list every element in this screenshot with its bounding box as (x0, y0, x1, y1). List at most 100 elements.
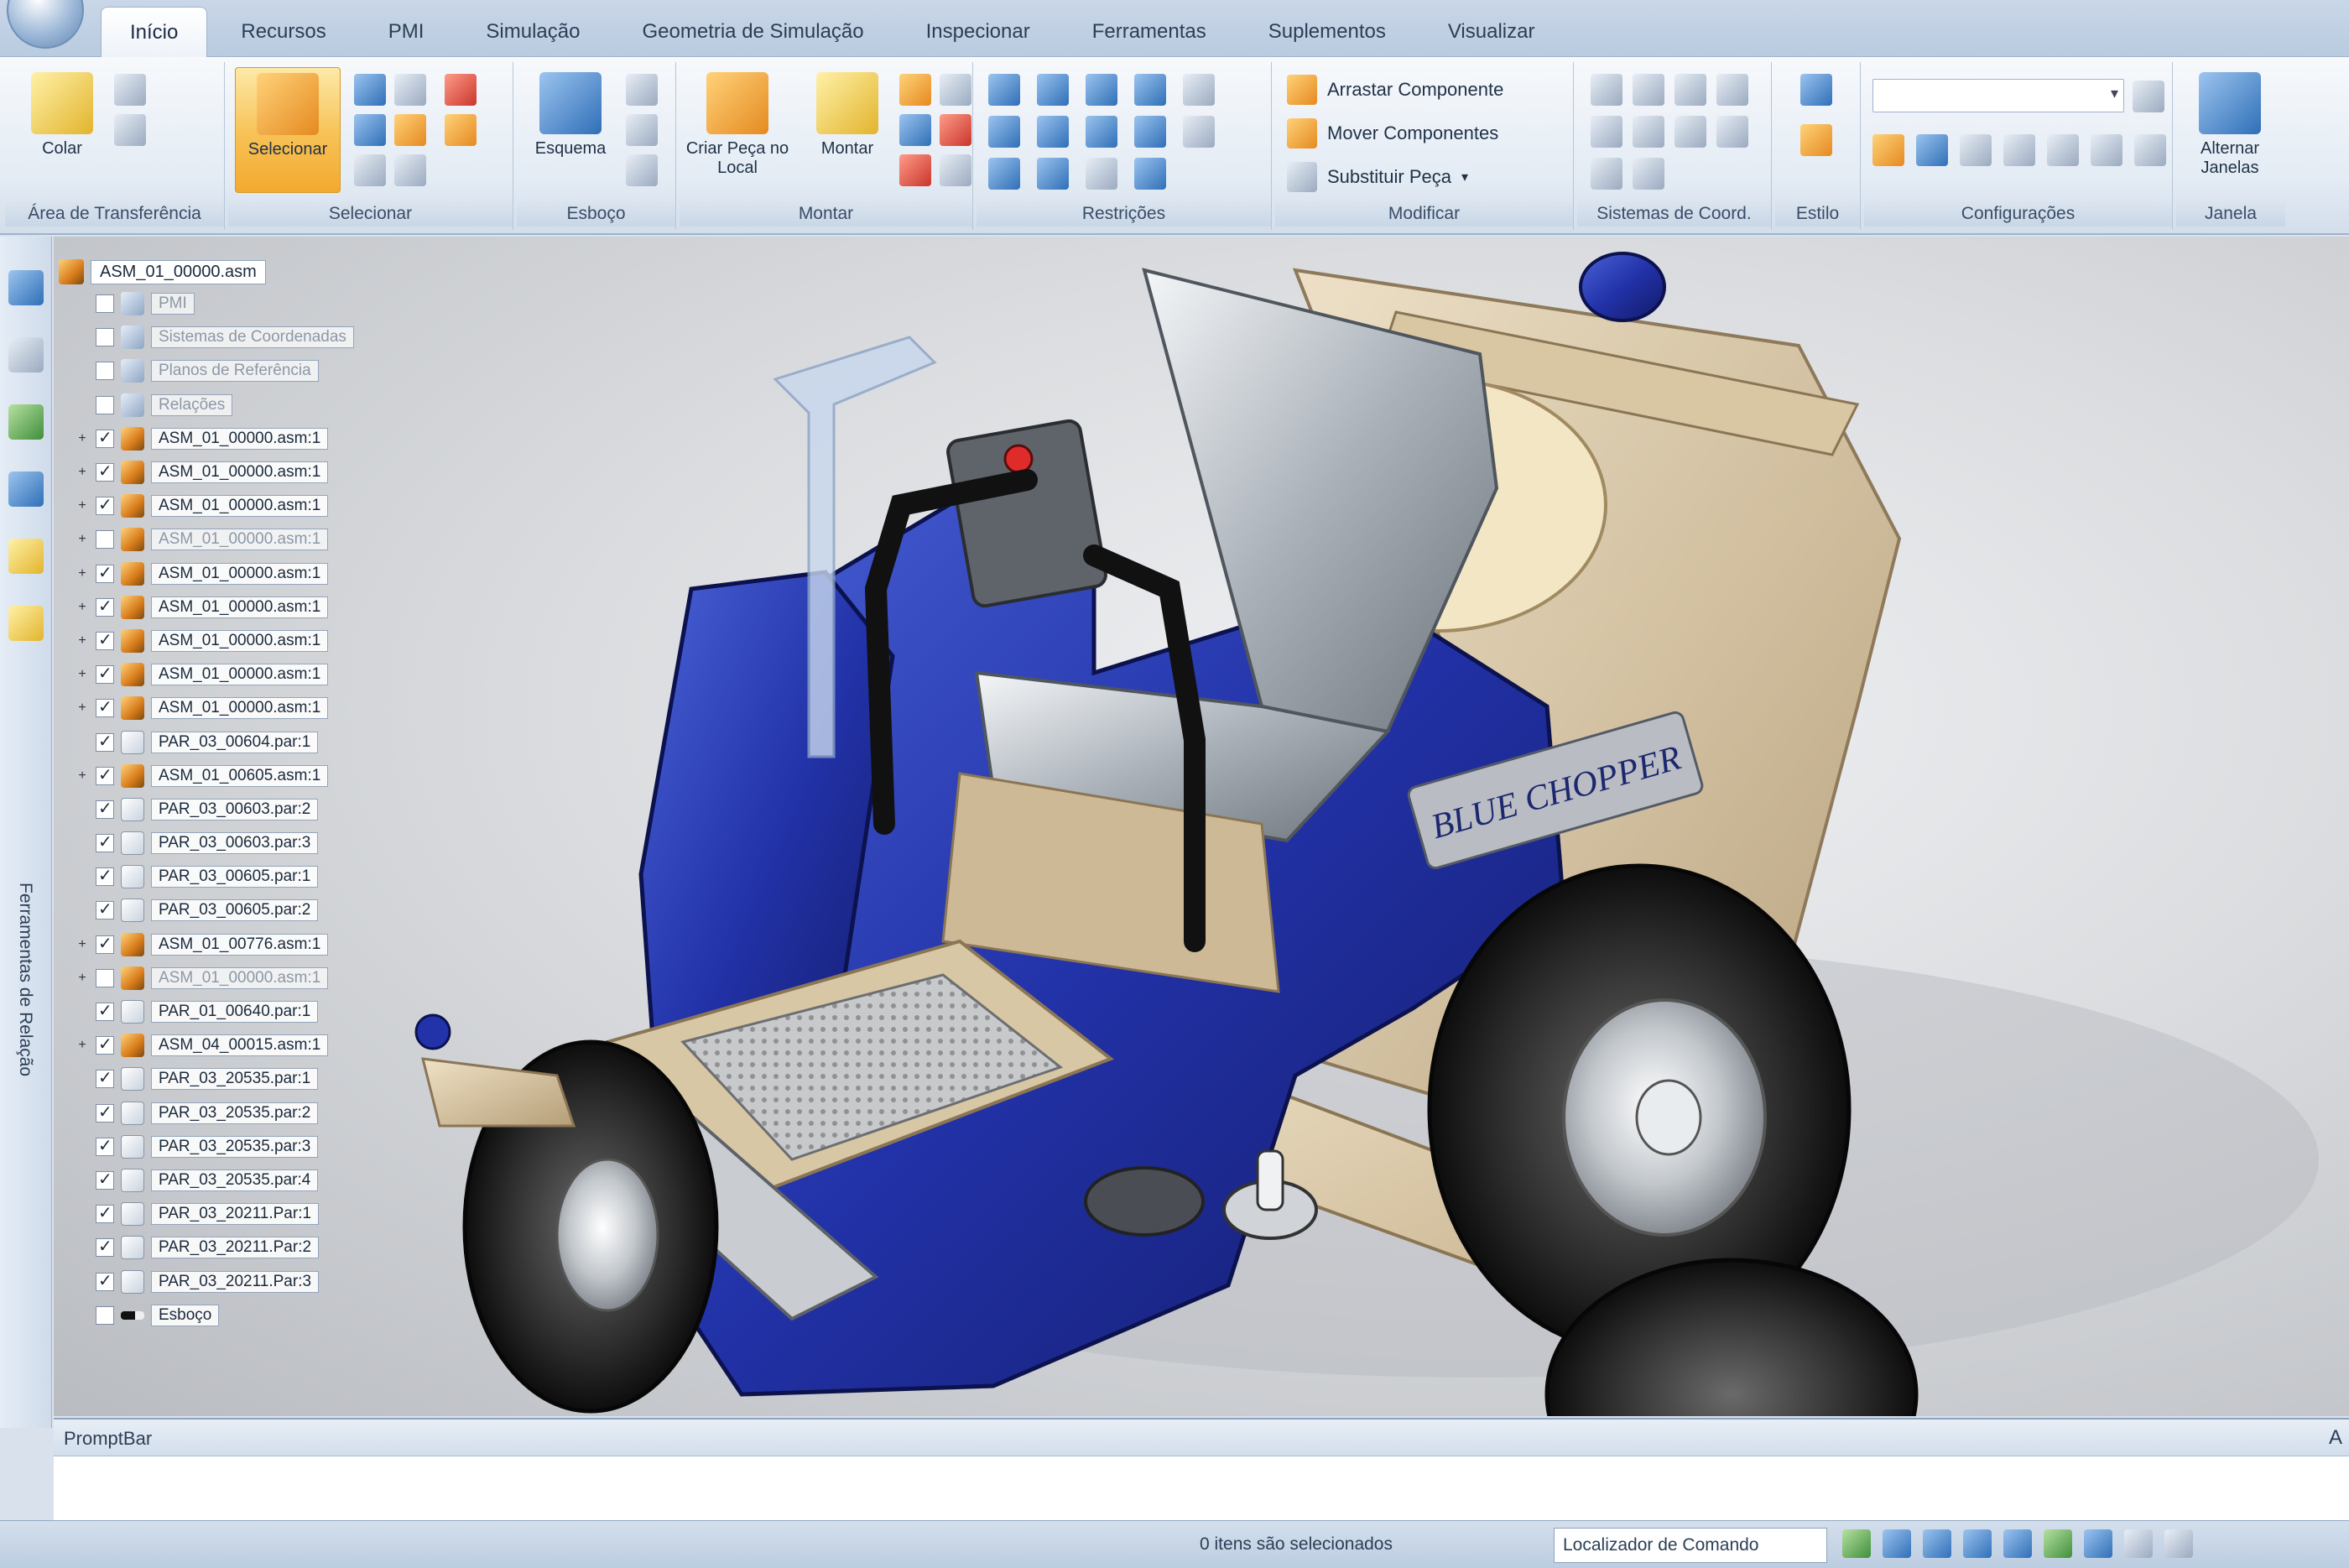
zoom-area-icon[interactable] (354, 74, 386, 106)
tab-6[interactable]: Ferramentas (1064, 7, 1235, 57)
tab-1[interactable]: Recursos (212, 7, 354, 57)
mirror-icon[interactable] (899, 114, 931, 146)
drag-component-button[interactable]: Arrastar Componente (1287, 70, 1503, 109)
relationship-assistant-tab-icon[interactable] (8, 606, 44, 641)
visibility-checkbox[interactable] (96, 395, 114, 414)
visibility-checkbox[interactable] (96, 362, 114, 381)
zoom-area-icon[interactable] (1842, 1529, 1871, 1558)
configuration-dropdown[interactable] (1872, 79, 2124, 112)
tree-item[interactable]: + ASM_01_00000.asm:1 (59, 523, 445, 556)
visibility-checkbox[interactable] (96, 831, 114, 853)
expand-icon[interactable]: + (76, 701, 89, 716)
gear-relation-icon[interactable] (1134, 116, 1166, 148)
zoom-icon[interactable] (1883, 1529, 1911, 1558)
filter-icon[interactable] (2134, 134, 2166, 166)
visibility-checkbox[interactable] (96, 1034, 114, 1055)
tree-item[interactable]: Planos de Referência (59, 354, 445, 388)
expand-icon[interactable]: + (76, 937, 89, 952)
display-config-icon[interactable] (1916, 134, 1948, 166)
named-views-icon[interactable] (2164, 1529, 2193, 1558)
tree-item[interactable]: PAR_01_00640.par:1 (59, 995, 445, 1029)
replace-icon[interactable] (940, 114, 971, 146)
point-icon[interactable] (1716, 74, 1748, 106)
library-tab-icon[interactable] (8, 404, 44, 440)
tree-item[interactable]: + ASM_01_00000.asm:1 (59, 961, 445, 995)
view-orientation-icon[interactable] (2084, 1529, 2112, 1558)
visibility-checkbox[interactable] (96, 328, 114, 347)
tree-item[interactable]: PAR_03_20535.par:3 (59, 1130, 445, 1164)
expand-icon[interactable]: + (76, 633, 89, 649)
tree-item[interactable]: + ASM_01_00605.asm:1 (59, 759, 445, 793)
tab-5[interactable]: Inspecionar (898, 7, 1059, 57)
select-button[interactable]: Selecionar (235, 67, 341, 193)
normal-plane-icon[interactable] (1675, 116, 1706, 148)
visibility-checkbox[interactable] (96, 562, 114, 583)
visibility-checkbox[interactable] (96, 1305, 114, 1325)
angled-plane-icon[interactable] (1633, 116, 1664, 148)
tree-item[interactable]: PAR_03_20211.Par:3 (59, 1264, 445, 1298)
visibility-checkbox[interactable] (96, 1236, 114, 1258)
shaded-view-icon[interactable] (2044, 1529, 2072, 1558)
visibility-checkbox[interactable] (96, 865, 114, 887)
tree-item[interactable]: + ASM_01_00000.asm:1 (59, 489, 445, 523)
tree-item[interactable]: PAR_03_00604.par:1 (59, 725, 445, 758)
hide-icon[interactable] (445, 114, 477, 146)
tree-item[interactable]: + ASM_01_00000.asm:1 (59, 591, 445, 624)
offset-plane-icon[interactable] (1591, 116, 1622, 148)
expand-icon[interactable]: + (76, 465, 89, 480)
tree-item[interactable]: PAR_03_20211.Par:2 (59, 1231, 445, 1264)
visibility-checkbox[interactable] (96, 494, 114, 516)
rotate-icon[interactable] (2003, 1529, 2032, 1558)
move-components-button[interactable]: Mover Componentes (1287, 114, 1498, 153)
sketch-button[interactable]: Esquema (520, 67, 621, 193)
tree-item[interactable]: PAR_03_20535.par:4 (59, 1164, 445, 1197)
fit-icon[interactable] (394, 74, 426, 106)
insert-relation-icon[interactable] (1134, 74, 1166, 106)
line-icon[interactable] (626, 74, 658, 106)
tree-item[interactable]: PAR_03_20211.Par:1 (59, 1197, 445, 1231)
visibility-checkbox[interactable] (96, 1000, 114, 1022)
coordinate-system-icon[interactable] (1591, 74, 1622, 106)
axis-icon[interactable] (1675, 74, 1706, 106)
tree-item[interactable]: + ASM_01_00000.asm:1 (59, 422, 445, 456)
zone-icon[interactable] (1872, 134, 1904, 166)
tree-item[interactable]: PMI (59, 287, 445, 320)
visibility-checkbox[interactable] (96, 629, 114, 650)
create-part-in-place-button[interactable]: Criar Peça no Local (683, 67, 792, 193)
visibility-checkbox[interactable] (96, 899, 114, 920)
pan-icon[interactable] (354, 114, 386, 146)
view-style-icon[interactable] (1800, 74, 1832, 106)
fit-view-icon[interactable] (1923, 1529, 1951, 1558)
zoom-icon[interactable] (354, 154, 386, 186)
center-plane-icon[interactable] (1134, 158, 1166, 190)
copy-icon[interactable] (114, 114, 146, 146)
duplicate-icon[interactable] (899, 154, 931, 186)
tree-item[interactable]: + ASM_01_00000.asm:1 (59, 691, 445, 725)
pan-icon[interactable] (1963, 1529, 1992, 1558)
visibility-checkbox[interactable] (96, 461, 114, 482)
tree-item[interactable]: PAR_03_00605.par:2 (59, 893, 445, 927)
expand-icon[interactable]: + (76, 566, 89, 581)
tree-item[interactable]: Sistemas de Coordenadas (59, 320, 445, 354)
visibility-checkbox[interactable] (96, 731, 114, 752)
graphics-viewport[interactable]: BLUE CHOPPER ASM_01_00000.asm PMI Sistem… (54, 237, 2349, 1416)
tangent-icon[interactable] (1037, 116, 1069, 148)
expand-icon[interactable]: + (76, 768, 89, 784)
pattern-icon[interactable] (940, 74, 971, 106)
cam-icon[interactable] (1086, 116, 1117, 148)
visibility-checkbox[interactable] (96, 663, 114, 685)
tangent-plane-icon[interactable] (1716, 116, 1748, 148)
path-icon[interactable] (1037, 158, 1069, 190)
cut-icon[interactable] (114, 74, 146, 106)
paste-button[interactable]: Colar (12, 67, 112, 193)
expand-icon[interactable]: + (76, 971, 89, 986)
tree-item[interactable]: PAR_03_00603.par:3 (59, 826, 445, 860)
visibility-checkbox[interactable] (96, 1270, 114, 1291)
save-config-icon[interactable] (1960, 134, 1992, 166)
tab-4[interactable]: Geometria de Simulação (613, 7, 892, 57)
camera-icon[interactable] (2047, 134, 2079, 166)
tab-2[interactable]: PMI (360, 7, 453, 57)
tree-item[interactable]: + ASM_01_00000.asm:1 (59, 456, 445, 489)
expand-icon[interactable]: + (76, 532, 89, 547)
tree-item[interactable]: PAR_03_20535.par:2 (59, 1097, 445, 1130)
